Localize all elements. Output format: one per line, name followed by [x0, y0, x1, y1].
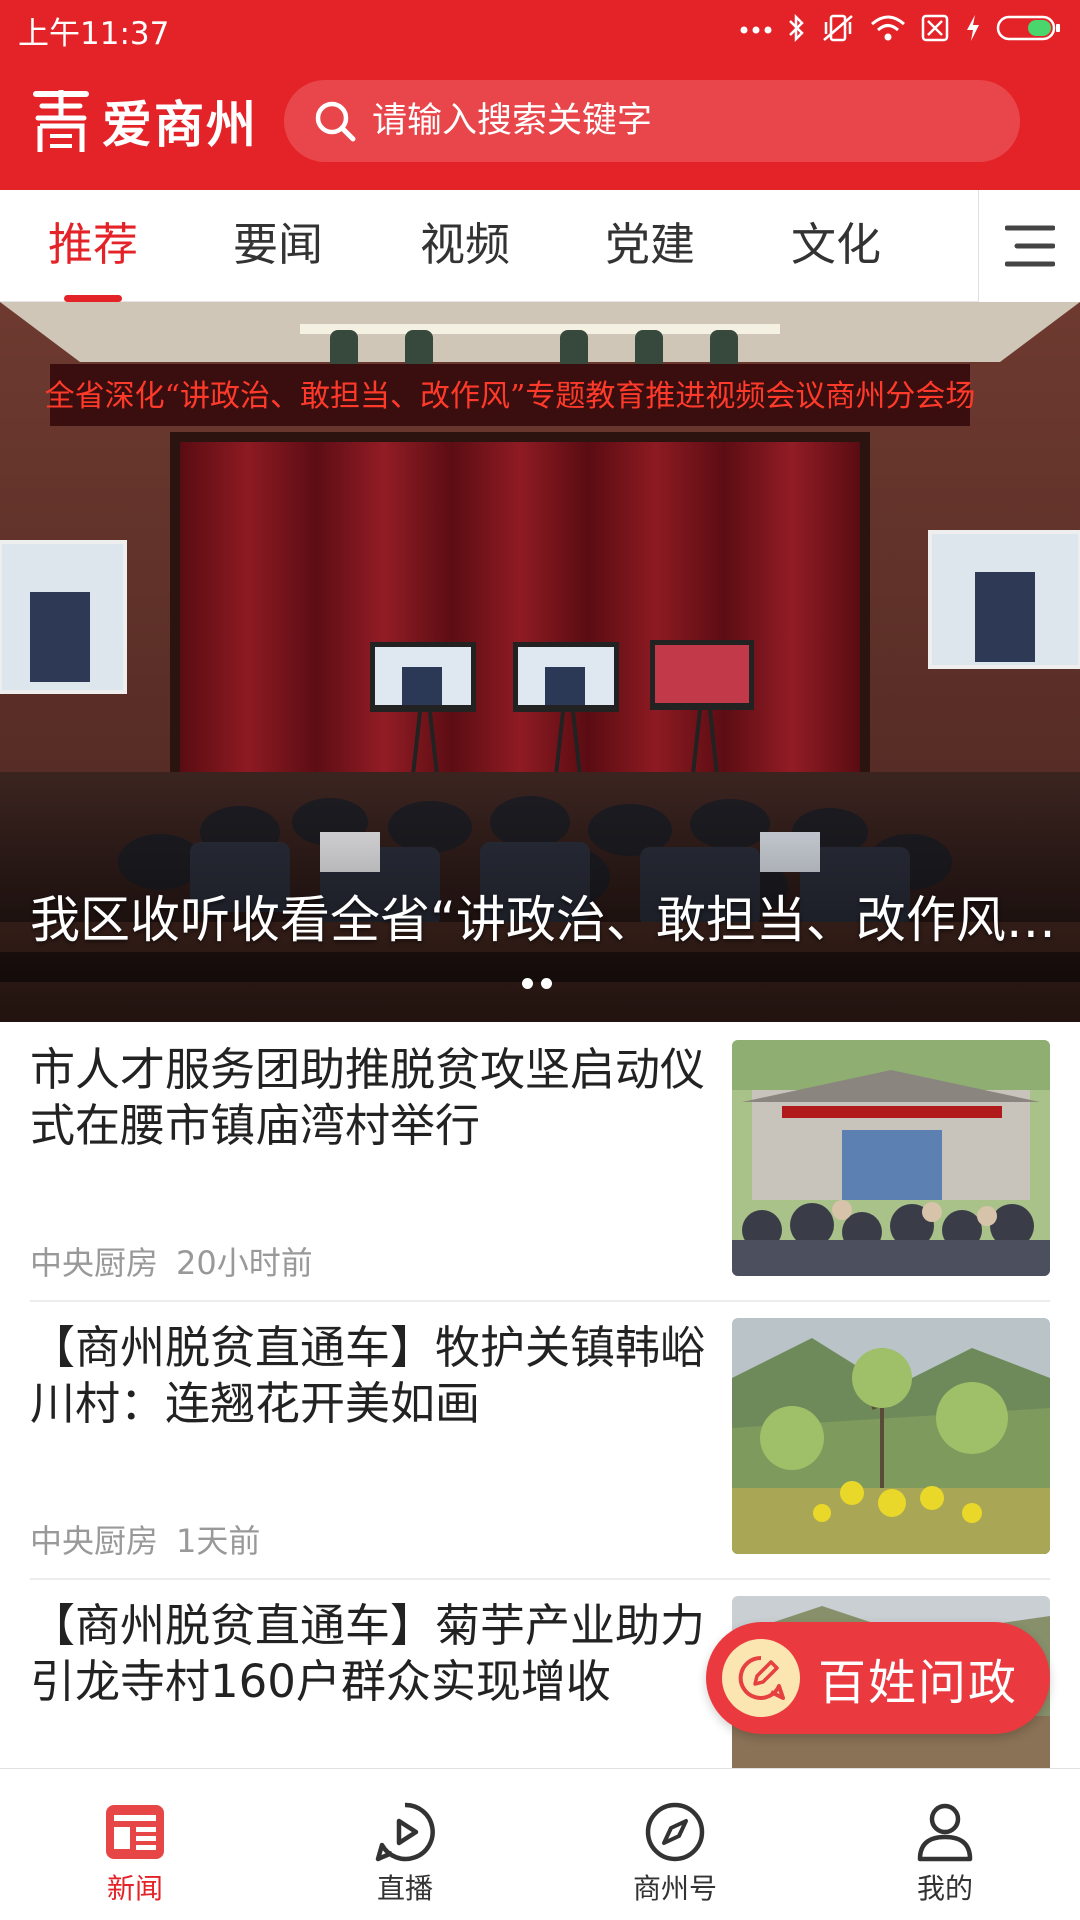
app-logo[interactable]: 爱商州 — [28, 82, 258, 160]
edit-chat-icon — [738, 1655, 785, 1700]
news-thumbnail-image — [732, 1318, 1050, 1554]
channel-tabs: 推荐 要闻 视频 党建 文化 — [0, 190, 1080, 302]
news-title[interactable]: 【商州脱贫直通车】牧护关镇韩峪川村：连翘花开美如画 — [30, 1320, 710, 1432]
compass-icon — [645, 1802, 705, 1862]
news-title[interactable]: 市人才服务团助推脱贫攻坚启动仪式在腰市镇庙湾村举行 — [30, 1042, 710, 1154]
app-name: 爱商州 — [102, 95, 258, 154]
citizen-inquiry-button[interactable]: 百姓问政 — [706, 1622, 1050, 1734]
hamburger-menu-icon — [1004, 225, 1055, 267]
bottom-navigation: 新闻 直播 商州号 我的 — [0, 1768, 1080, 1920]
no-sim-icon — [921, 14, 949, 42]
news-meta: 中央厨房 1天前 — [30, 1516, 260, 1562]
status-bar: 上午11:37 — [0, 0, 1080, 56]
nav-label: 商州号 — [632, 1872, 717, 1905]
tab-label: 视频 — [419, 218, 510, 271]
tab-party-building[interactable]: 党建 — [575, 190, 725, 302]
news-thumbnail-image — [732, 1040, 1050, 1276]
battery-icon — [996, 15, 1060, 41]
news-thumbnail[interactable] — [732, 1318, 1050, 1554]
tab-label: 推荐 — [47, 218, 138, 271]
news-title[interactable]: 【商州脱贫直通车】菊芋产业助力引龙寺村160户群众实现增收 — [30, 1598, 710, 1710]
hero-title[interactable]: 我区收听收看全省“讲政治、敢担当、改作风”专题教育推进视频会议 — [30, 880, 1060, 952]
nav-item-news[interactable]: 新闻 — [0, 1769, 270, 1920]
nav-item-shangzhou-account[interactable]: 商州号 — [540, 1769, 810, 1920]
news-icon — [106, 1805, 164, 1859]
tab-label: 要闻 — [232, 218, 323, 271]
search-bar[interactable] — [284, 80, 1020, 162]
tab-label: 文化 — [790, 218, 881, 271]
nav-item-live[interactable]: 直播 — [270, 1769, 540, 1920]
tab-label: 党建 — [604, 218, 695, 271]
bluetooth-icon — [789, 13, 804, 43]
search-input[interactable] — [372, 101, 972, 141]
tab-headlines[interactable]: 要闻 — [203, 190, 353, 302]
channel-menu-button[interactable] — [978, 190, 1080, 302]
news-time: 20小时前 — [176, 1244, 313, 1282]
carousel-dot-active[interactable] — [522, 978, 533, 989]
news-item[interactable]: 【商州脱贫直通车】牧护关镇韩峪川村：连翘花开美如画 中央厨房 1天前 — [0, 1302, 1080, 1578]
nav-label: 新闻 — [106, 1872, 163, 1905]
news-item[interactable]: 市人才服务团助推脱贫攻坚启动仪式在腰市镇庙湾村举行 中央厨房 20小时前 — [0, 1022, 1080, 1300]
nav-label: 直播 — [376, 1872, 433, 1905]
more-dots-icon — [740, 26, 772, 34]
tab-active-indicator — [64, 295, 122, 302]
charging-icon — [967, 15, 979, 41]
news-source: 中央厨房 — [30, 1244, 159, 1282]
news-source: 中央厨房 — [30, 1522, 159, 1560]
search-icon — [315, 101, 356, 142]
tab-recommend[interactable]: 推荐 — [18, 190, 168, 302]
vibrate-icon — [823, 14, 853, 42]
fab-label: 百姓问政 — [818, 1655, 1019, 1711]
nav-label: 我的 — [916, 1872, 973, 1905]
news-meta: 中央厨房 20小时前 — [30, 1238, 313, 1284]
news-time: 1天前 — [176, 1522, 261, 1560]
carousel-dots — [522, 978, 552, 989]
fab-icon-circle — [722, 1639, 800, 1717]
wifi-icon — [871, 15, 905, 41]
logo-mark-icon — [33, 90, 89, 152]
tab-video[interactable]: 视频 — [390, 190, 540, 302]
app-header: 上午11:37 爱商州 — [0, 0, 1080, 190]
carousel-dot[interactable] — [541, 978, 552, 989]
hero-led-banner-text: 全省深化“讲政治、敢担当、改作风”专题教育推进视频会议商州分会场 — [45, 379, 976, 414]
user-icon — [917, 1803, 973, 1862]
nav-item-profile[interactable]: 我的 — [810, 1769, 1080, 1920]
news-thumbnail[interactable] — [732, 1040, 1050, 1276]
tab-culture[interactable]: 文化 — [761, 190, 911, 302]
play-icon — [375, 1802, 435, 1862]
status-time: 上午11:37 — [18, 16, 170, 52]
status-icons — [740, 10, 1062, 46]
